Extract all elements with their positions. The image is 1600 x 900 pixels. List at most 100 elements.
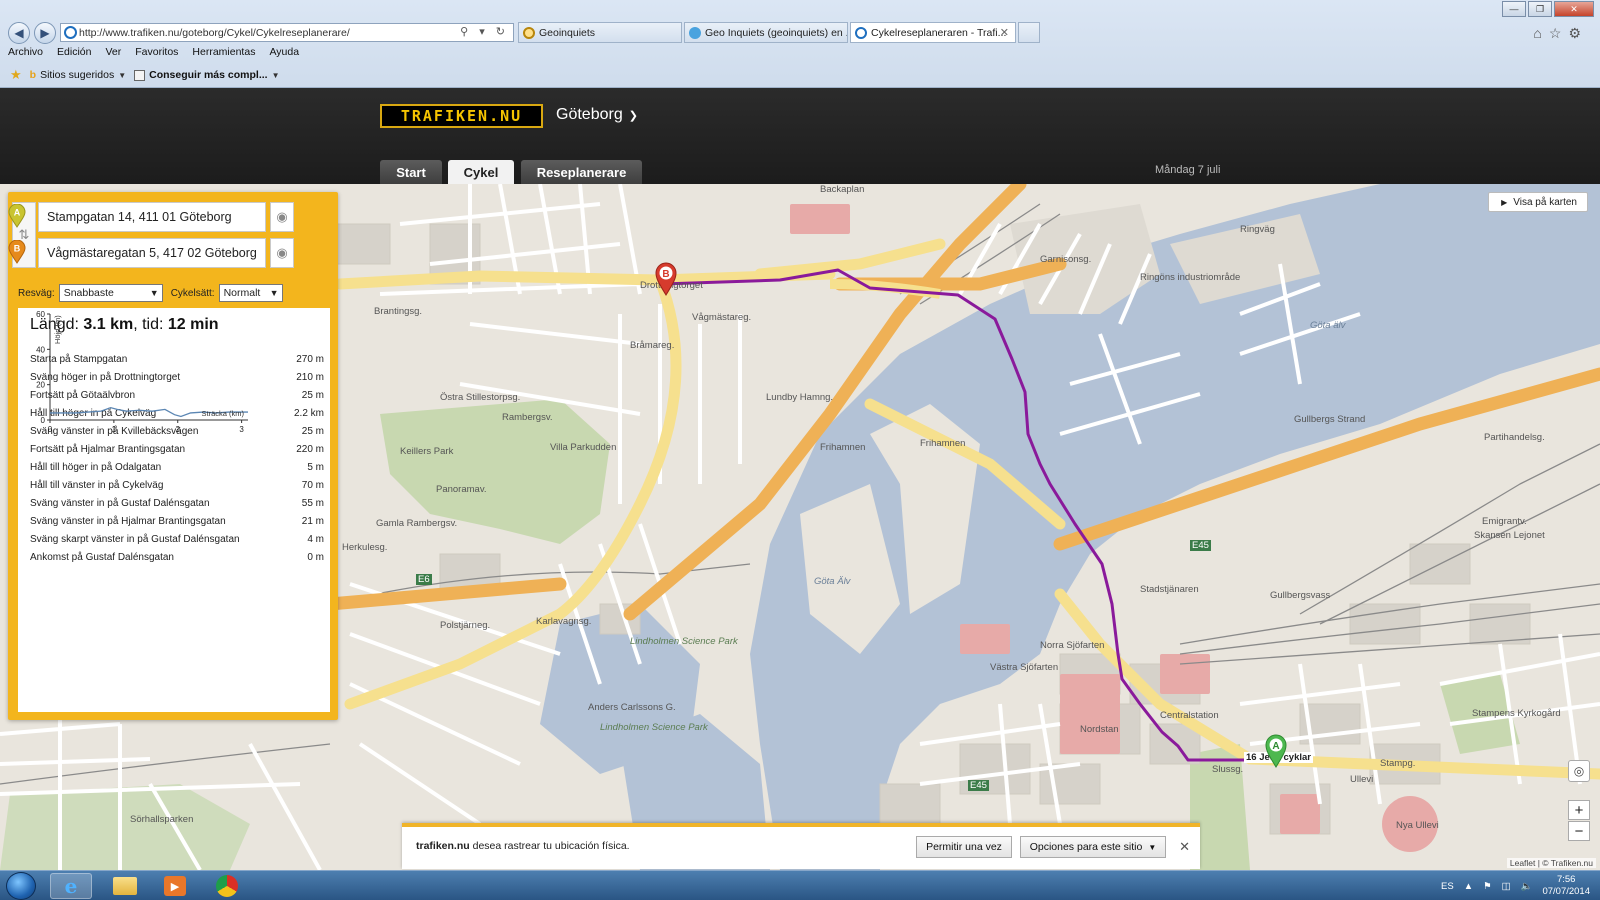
route-panel: ⇅ Stampgatan 14, 411 01 Göteborg ◉ A Våg… bbox=[8, 192, 338, 720]
system-tray: ES ▲ ⚑ ◫ 🔈 7:56 07/07/2014 bbox=[1441, 873, 1590, 899]
route-options: Resväg: Snabbaste ▼ Cykelsätt: Normalt ▼ bbox=[18, 284, 283, 302]
chevron-down-icon: ▼ bbox=[271, 70, 280, 80]
toolbar-icons: ⌂☆⚙ bbox=[1533, 25, 1588, 42]
notification-site: trafiken.nu bbox=[416, 840, 470, 852]
taskbar-explorer[interactable] bbox=[104, 873, 146, 899]
menu-edicion[interactable]: Edición bbox=[57, 46, 91, 62]
network-icon[interactable]: ◫ bbox=[1502, 881, 1511, 892]
elevation-chart: 0 20 40 60 0 1 2 3 Höjd (m) Sträcka (km) bbox=[36, 310, 248, 434]
suggested-sites[interactable]: b Sitios sugeridos ▼ bbox=[30, 69, 126, 81]
back-button[interactable]: ◀ bbox=[8, 22, 30, 44]
start-button[interactable] bbox=[6, 872, 36, 900]
tab-start[interactable]: Start bbox=[380, 160, 442, 184]
crosshair-icon: ◎ bbox=[1573, 764, 1585, 778]
menu-archivo[interactable]: Archivo bbox=[8, 46, 43, 62]
locate-to-button[interactable]: ◉ bbox=[270, 238, 294, 268]
route-step[interactable]: Sväng vänster in på Gustaf Dalénsgatan 55… bbox=[30, 494, 324, 512]
svg-text:B: B bbox=[662, 269, 669, 280]
water-label: Göta Älv bbox=[814, 576, 851, 587]
route-step-distance: 0 m bbox=[307, 551, 324, 563]
site-options-button[interactable]: Opciones para este sitio ▼ bbox=[1020, 836, 1166, 858]
route-step[interactable]: Håll till vänster in på Cykelväg 70 m bbox=[30, 476, 324, 494]
locate-me-button[interactable]: ◎ bbox=[1568, 760, 1590, 782]
pin-b-icon: B bbox=[8, 240, 26, 264]
forward-button[interactable]: ▶ bbox=[34, 22, 56, 44]
bike-type-select[interactable]: Normalt ▼ bbox=[218, 284, 283, 302]
chevron-down-icon: ▼ bbox=[269, 288, 279, 298]
from-address-input[interactable]: Stampgatan 14, 411 01 Göteborg bbox=[38, 202, 266, 232]
restore-button[interactable]: ❐ bbox=[1528, 1, 1552, 17]
tray-expand-icon[interactable]: ▲ bbox=[1464, 881, 1473, 892]
flag-icon[interactable]: ⚑ bbox=[1483, 881, 1492, 892]
place-label: Stampens Kyrkogård bbox=[1472, 708, 1561, 719]
route-step[interactable]: Ankomst på Gustaf Dalénsgatan 0 m bbox=[30, 548, 324, 566]
menu-herramientas[interactable]: Herramientas bbox=[192, 46, 255, 62]
new-tab-button[interactable] bbox=[1018, 22, 1040, 43]
ie-favicon-icon bbox=[855, 27, 867, 39]
bing-icon: b bbox=[29, 69, 37, 81]
street-label: Rambergsv. bbox=[502, 412, 553, 423]
search-refresh-icons[interactable]: ⚲ ▾ ↻ bbox=[460, 25, 509, 38]
marker-b-pin[interactable]: B bbox=[654, 262, 678, 296]
volume-icon[interactable]: 🔈 bbox=[1521, 881, 1533, 892]
x-tick-label: 1 bbox=[112, 425, 117, 434]
route-step[interactable]: Håll till höger in på Odalgatan 5 m bbox=[30, 458, 324, 476]
favorites-star-icon[interactable]: ☆ bbox=[1549, 25, 1569, 41]
chevron-down-icon: ▼ bbox=[118, 70, 127, 80]
address-bar[interactable]: http://www.trafiken.nu/goteborg/Cykel/Cy… bbox=[60, 23, 514, 42]
tab-cykel[interactable]: Cykel bbox=[448, 160, 514, 184]
show-on-map-button[interactable]: ▶ Visa på karten bbox=[1488, 192, 1588, 212]
city-selector[interactable]: Göteborg ❯ bbox=[556, 106, 638, 124]
x-tick-label: 3 bbox=[239, 425, 244, 434]
settings-gear-icon[interactable]: ⚙ bbox=[1568, 25, 1588, 41]
route-step[interactable]: Sväng skarpt vänster in på Gustaf Daléns… bbox=[30, 530, 324, 548]
street-label: Norra Sjöfarten bbox=[1040, 640, 1105, 651]
tab-twitter[interactable]: Geo Inquiets (geoinquiets) en ... bbox=[684, 22, 848, 43]
taskbar-chrome[interactable] bbox=[206, 873, 248, 899]
favorites-bar: ★ b Sitios sugeridos ▼ Conseguir más com… bbox=[10, 66, 280, 84]
zoom-out-button[interactable]: − bbox=[1568, 821, 1590, 841]
close-tab-icon[interactable]: ✕ bbox=[1000, 26, 1009, 39]
taskbar-internet-explorer[interactable]: e bbox=[50, 873, 92, 899]
tab-geoinquiets[interactable]: Geoinquiets bbox=[518, 22, 682, 43]
tab-label: Geo Inquiets (geoinquiets) en ... bbox=[705, 26, 848, 39]
zoom-in-button[interactable]: + bbox=[1568, 800, 1590, 820]
minimize-button[interactable]: — bbox=[1502, 1, 1526, 17]
street-label: Gullbergsvass bbox=[1270, 590, 1331, 601]
route-step[interactable]: Sväng vänster in på Hjalmar Brantingsgat… bbox=[30, 512, 324, 530]
menu-ayuda[interactable]: Ayuda bbox=[269, 46, 299, 62]
show-on-map-label: Visa på karten bbox=[1513, 196, 1577, 208]
notification-text: trafiken.nu desea rastrear tu ubicación … bbox=[416, 840, 630, 852]
close-window-button[interactable]: ✕ bbox=[1554, 1, 1594, 17]
locate-from-button[interactable]: ◉ bbox=[270, 202, 294, 232]
tab-cykelreseplaneraren[interactable]: Cykelreseplaneraren - Trafi... ✕ bbox=[850, 22, 1016, 43]
y-axis-label: Höjd (m) bbox=[53, 315, 62, 344]
home-icon[interactable]: ⌂ bbox=[1533, 25, 1548, 41]
place-label: Skansen Lejonet bbox=[1474, 530, 1545, 541]
taskbar-media-player[interactable]: ▶ bbox=[154, 873, 196, 899]
tab-reseplanerare[interactable]: Reseplanerare bbox=[521, 160, 642, 184]
get-more-addons[interactable]: Conseguir más compl... ▼ bbox=[134, 69, 280, 81]
map-attribution[interactable]: Leaflet | © Trafiken.nu bbox=[1506, 858, 1596, 868]
map-view[interactable]: Östra Stillestorpsg. Keillers Park Villa… bbox=[0, 184, 1600, 870]
to-address-input[interactable]: Vågmästaregatan 5, 417 02 Göteborg bbox=[38, 238, 266, 268]
route-step-distance: 270 m bbox=[296, 353, 324, 365]
route-step[interactable]: Fortsätt på Hjalmar Brantingsgatan 220 m bbox=[30, 440, 324, 458]
pin-a-icon: A bbox=[8, 204, 26, 228]
route-step-distance: 5 m bbox=[307, 461, 324, 473]
route-step-text: Sväng vänster in på Gustaf Dalénsgatan bbox=[30, 497, 210, 509]
marker-a-pin[interactable]: A bbox=[1264, 734, 1288, 768]
trafiken-logo[interactable]: TRAFIKEN.NU bbox=[380, 104, 543, 128]
favorites-star-icon[interactable]: ★ bbox=[10, 67, 22, 83]
language-indicator[interactable]: ES bbox=[1441, 881, 1454, 892]
place-label: Lindholmen Science Park bbox=[630, 636, 738, 647]
street-label: Östra Stillestorpsg. bbox=[440, 392, 521, 403]
menu-ver[interactable]: Ver bbox=[105, 46, 121, 62]
allow-once-button[interactable]: Permitir una vez bbox=[916, 836, 1012, 858]
route-type-select[interactable]: Snabbaste ▼ bbox=[58, 284, 163, 302]
tab-label: Cykelreseplaneraren - Trafi... bbox=[871, 26, 1007, 39]
clock[interactable]: 7:56 07/07/2014 bbox=[1542, 874, 1590, 898]
route-type-value: Snabbaste bbox=[63, 287, 114, 299]
menu-favoritos[interactable]: Favoritos bbox=[135, 46, 178, 62]
close-notification-icon[interactable]: ✕ bbox=[1179, 839, 1190, 855]
